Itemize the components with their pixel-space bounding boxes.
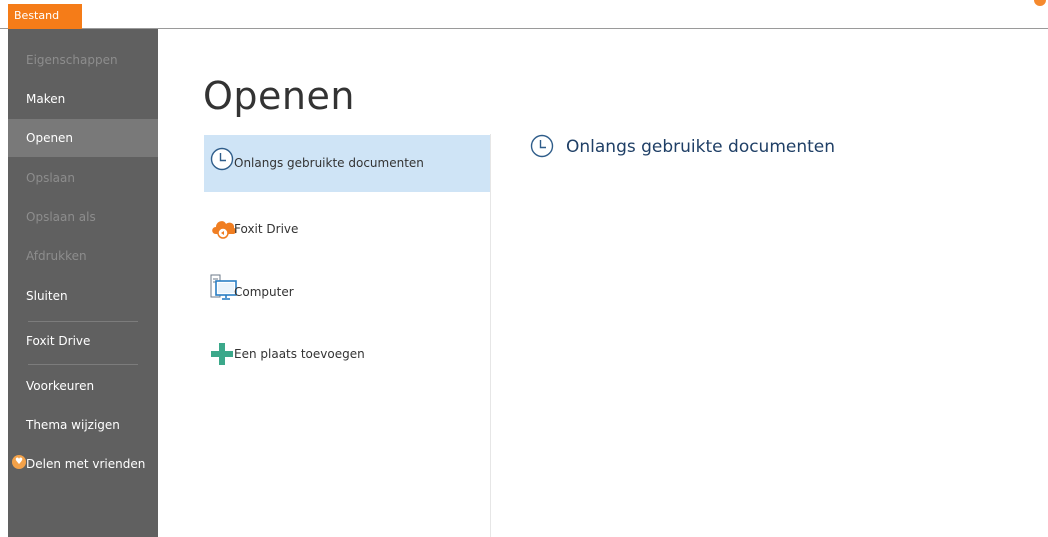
section-title: Onlangs gebruikte documenten <box>566 137 836 157</box>
heart-icon: ♥ <box>12 455 26 469</box>
nav-item-save-as[interactable]: Opslaan als <box>8 198 158 236</box>
place-label: Onlangs gebruikte documenten <box>234 156 424 170</box>
nav-item-open[interactable]: Openen <box>8 119 158 157</box>
nav-item-close[interactable]: Sluiten <box>8 277 158 315</box>
nav-item-foxit-drive[interactable]: Foxit Drive <box>8 322 158 360</box>
place-label: Computer <box>234 285 294 299</box>
place-computer[interactable]: Computer <box>204 264 490 321</box>
nav-item-change-theme[interactable]: Thema wijzigen <box>8 406 158 444</box>
nav-divider <box>28 364 138 365</box>
nav-item-save[interactable]: Opslaan <box>8 159 158 197</box>
place-foxit-drive[interactable]: Foxit Drive <box>204 200 490 257</box>
place-label: Foxit Drive <box>234 222 299 236</box>
nav-item-preferences[interactable]: Voorkeuren <box>8 367 158 405</box>
clock-icon <box>530 134 554 162</box>
places-divider <box>490 134 491 537</box>
nav-item-share-label: Delen met vrienden <box>26 457 146 471</box>
page-title: Openen <box>203 74 355 118</box>
file-tab[interactable]: Bestand <box>8 4 82 29</box>
clock-icon <box>210 147 234 175</box>
nav-item-properties[interactable]: Eigenschappen <box>8 41 158 79</box>
nav-item-create[interactable]: Maken <box>8 80 158 118</box>
corner-orange-icon <box>1034 0 1046 6</box>
ribbon-bar: Bestand <box>0 0 1048 29</box>
backstage-nav: Eigenschappen Maken Openen Opslaan Opsla… <box>8 29 158 537</box>
place-recent-documents[interactable]: Onlangs gebruikte documenten <box>204 135 490 192</box>
nav-item-print[interactable]: Afdrukken <box>8 237 158 275</box>
nav-item-share[interactable]: ♥ Delen met vrienden <box>8 445 158 483</box>
place-add-location[interactable]: Een plaats toevoegen <box>204 328 490 385</box>
place-label: Een plaats toevoegen <box>234 347 365 361</box>
plus-icon <box>210 342 234 370</box>
